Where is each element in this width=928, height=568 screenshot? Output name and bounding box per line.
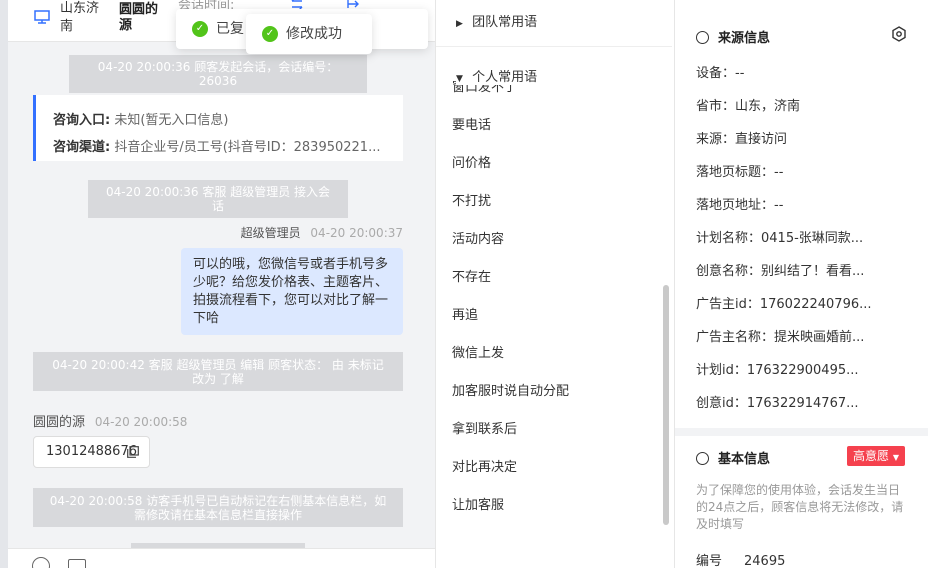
smile-icon[interactable] bbox=[32, 557, 50, 568]
chat-left-edge bbox=[0, 0, 8, 568]
channel-label: 咨询渠道: bbox=[53, 140, 111, 155]
phrase-item[interactable]: 问价格 bbox=[452, 154, 652, 192]
phrase-item[interactable]: 再追 bbox=[452, 306, 652, 344]
chat-input-toolbar bbox=[8, 548, 435, 568]
phrase-item[interactable]: 对比再决定 bbox=[452, 458, 652, 496]
phrase-item[interactable]: 要电话 bbox=[452, 116, 652, 154]
image-icon[interactable] bbox=[68, 559, 86, 568]
source-field: 计划名称：0415-张琳同款... bbox=[696, 231, 864, 246]
phrases-pane: ▶ 团队常用语 窗口发不了 要电话 问价格 不打扰 活动内容 不存在 再追 微信… bbox=[435, 0, 675, 568]
source-field: 落地页地址：-- bbox=[696, 198, 784, 213]
source-fields: 设备：-- 省市：山东，济南 来源：直接访问 落地页标题：-- 落地页地址：--… bbox=[696, 64, 906, 427]
phrase-item[interactable]: 不打扰 bbox=[452, 192, 652, 230]
system-message-start: 04-20 20:00:36 顾客发起会话，会话编号：26036 bbox=[69, 55, 367, 93]
toast-saved-text: 修改成功 bbox=[286, 26, 342, 42]
caret-down-icon: ▼ bbox=[456, 74, 463, 84]
check-circle-icon: ✓ bbox=[262, 26, 278, 42]
check-circle-icon: ✓ bbox=[192, 21, 208, 37]
copy-icon[interactable] bbox=[127, 446, 139, 458]
phrase-item[interactable]: 加客服时说自动分配 bbox=[452, 382, 652, 420]
visitor-message-time: 04-20 20:00:58 bbox=[94, 415, 188, 429]
agent-message-bubble: 可以的哦，您微信号或者手机号多少呢？给您发价格表、主题客片、拍摄流程看下，您可以… bbox=[181, 248, 403, 335]
source-field: 广告主名称：提米映画婚前... bbox=[696, 330, 865, 345]
phrase-item[interactable]: 拿到联系后 bbox=[452, 420, 652, 458]
visitor-location: 山东济南 bbox=[60, 1, 100, 34]
team-phrases-label: 团队常用语 bbox=[472, 15, 538, 30]
toast-saved: ✓ 修改成功 bbox=[246, 14, 372, 54]
source-field: 创意id：176322914767... bbox=[696, 396, 859, 411]
toast-copied-text: 已复 bbox=[216, 21, 244, 37]
source-info-title: 来源信息 bbox=[696, 27, 770, 46]
phrase-item[interactable]: 微信上发 bbox=[452, 344, 652, 382]
section-divider bbox=[675, 428, 928, 436]
phrase-item[interactable]: 让加客服 bbox=[452, 496, 652, 534]
phrase-item[interactable]: 不存在 bbox=[452, 268, 652, 306]
source-field: 创意名称：别纠结了！看看... bbox=[696, 264, 865, 279]
customer-id-row: 编号 24695 bbox=[696, 550, 785, 568]
phrase-item[interactable]: 活动内容 bbox=[452, 230, 652, 268]
phrases-scrollbar[interactable] bbox=[663, 285, 669, 525]
agent-time: 04-20 20:00:37 bbox=[310, 226, 403, 240]
source-field: 设备：-- bbox=[696, 66, 745, 81]
basic-info-note: 为了保障您的使用体验，会话发生当日的24点之后，顾客信息将无法修改，请及时填写 bbox=[696, 483, 904, 531]
visitor-phone-chip[interactable]: 13012488676 bbox=[33, 436, 150, 468]
entrance-label: 咨询入口: bbox=[53, 113, 111, 128]
visitor-name: 圆圆的源 bbox=[119, 2, 159, 33]
basic-info-title: 基本信息 bbox=[696, 448, 770, 467]
source-field: 来源：直接访问 bbox=[696, 132, 788, 147]
personal-phrases-label: 个人常用语 bbox=[472, 70, 538, 85]
source-info-label: 来源信息 bbox=[718, 31, 771, 46]
channel-value: 抖音企业号/员工号(抖音号ID：283950221... bbox=[114, 140, 381, 155]
visitor-message-meta: 圆圆的源 04-20 20:00:58 bbox=[33, 411, 187, 430]
divider bbox=[436, 46, 672, 47]
source-field: 省市：山东，济南 bbox=[696, 99, 801, 114]
chat-pane: 山东济南 圆圆的源 会话时间: 2488676 04-20 20:00:36 顾… bbox=[0, 0, 435, 568]
visitor-message-name: 圆圆的源 bbox=[33, 415, 86, 430]
caret-right-icon: ▶ bbox=[456, 19, 463, 29]
info-pane: 来源信息 设备：-- 省市：山东，济南 来源：直接访问 落地页标题：-- 落地页… bbox=[675, 0, 928, 568]
customer-id-label: 编号 bbox=[696, 554, 723, 568]
caret-down-icon: ▼ bbox=[892, 453, 899, 462]
agent-name: 超级管理员 bbox=[240, 226, 301, 240]
system-message-phone: 04-20 20:00:58 访客手机号已自动标记在右侧基本信息栏，如需修改请在… bbox=[33, 488, 403, 527]
personal-phrases-group[interactable]: ▼ 个人常用语 bbox=[456, 66, 538, 85]
system-message-join: 04-20 20:00:36 客服 超级管理员 接入会话 bbox=[88, 180, 348, 218]
monitor-icon bbox=[34, 10, 50, 24]
source-field: 落地页标题：-- bbox=[696, 165, 784, 180]
visitor-phone: 13012488676 bbox=[46, 444, 137, 459]
source-field: 计划id：176322900495... bbox=[696, 363, 859, 378]
system-message-status: 04-20 20:00:42 客服 超级管理员 编辑 顾客状态： 由 未标记 改… bbox=[33, 352, 403, 391]
agent-message-meta: 超级管理员 04-20 20:00:37 bbox=[241, 224, 403, 241]
settings-icon[interactable] bbox=[891, 26, 907, 42]
source-field: 广告主id：176022240796... bbox=[696, 297, 872, 312]
entrance-value: 未知(暂无入口信息) bbox=[114, 113, 229, 128]
location-pin-icon bbox=[696, 31, 709, 44]
customer-id-value: 24695 bbox=[744, 554, 786, 568]
personal-phrase-list: 窗口发不了 要电话 问价格 不打扰 活动内容 不存在 再追 微信上发 加客服时说… bbox=[452, 80, 652, 534]
entry-card: 咨询入口: 未知(暂无入口信息) 咨询渠道: 抖音企业号/员工号(抖音号ID：2… bbox=[33, 95, 403, 161]
intent-value: 高意愿 bbox=[853, 449, 890, 463]
team-phrases-group[interactable]: ▶ 团队常用语 bbox=[456, 11, 537, 30]
intent-dropdown[interactable]: 高意愿 ▼ bbox=[847, 446, 905, 466]
basic-info-label: 基本信息 bbox=[718, 452, 771, 467]
user-circle-icon bbox=[696, 452, 709, 465]
